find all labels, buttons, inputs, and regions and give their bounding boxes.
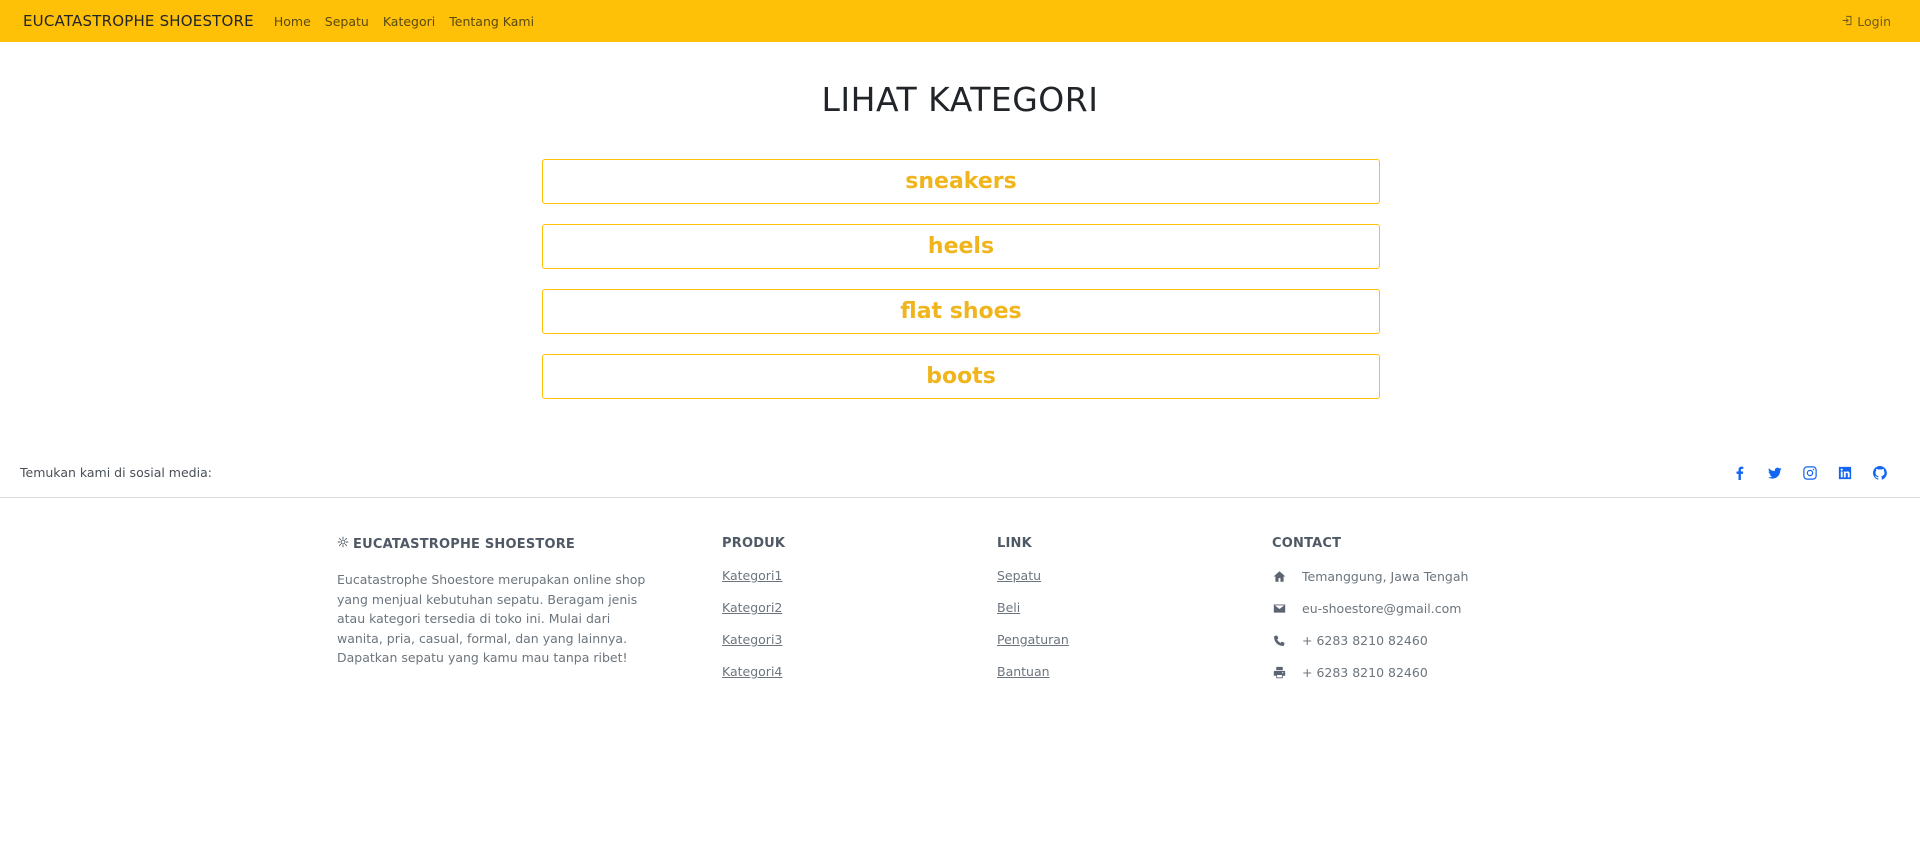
nav-link-kategori[interactable]: Kategori <box>383 14 435 29</box>
print-icon <box>1272 665 1286 679</box>
instagram-icon[interactable] <box>1802 465 1818 481</box>
gem-icon <box>337 536 349 552</box>
github-icon[interactable] <box>1872 465 1888 481</box>
footer-about-text: Eucatastrophe Shoestore merupakan online… <box>337 572 646 665</box>
footer-produk-title: PRODUK <box>722 536 786 551</box>
social-media-strip: Temukan kami di sosial media: <box>0 447 1920 498</box>
twitter-icon[interactable] <box>1767 465 1783 481</box>
navbar: EUCATASTROPHE SHOESTORE Home Sepatu Kate… <box>0 0 1920 42</box>
footer-about: EUCATASTROPHE SHOESTORE Eucatastrophe Sh… <box>337 536 647 668</box>
envelope-icon <box>1272 601 1286 615</box>
contact-phone-text: + 6283 8210 82460 <box>1302 632 1428 648</box>
category-button-heels[interactable]: heels <box>542 224 1380 269</box>
nav-links: Home Sepatu Kategori Tentang Kami <box>274 14 534 29</box>
footer-link-beli[interactable]: Beli <box>997 601 1197 615</box>
contact-email-text: eu-shoestore@gmail.com <box>1302 600 1462 616</box>
phone-icon <box>1272 633 1286 647</box>
contact-address-text: Temanggung, Jawa Tengah <box>1302 568 1469 584</box>
social-icons <box>1732 447 1888 498</box>
footer-link-bantuan[interactable]: Bantuan <box>997 665 1197 679</box>
sign-in-icon <box>1842 14 1853 29</box>
page-title: LIHAT KATEGORI <box>821 80 1099 119</box>
contact-fax: + 6283 8210 82460 <box>1272 664 1572 680</box>
footer-link-sepatu[interactable]: Sepatu <box>997 569 1197 583</box>
footer-about-title-row: EUCATASTROPHE SHOESTORE <box>337 536 647 552</box>
footer-contact-title: CONTACT <box>1272 536 1342 551</box>
contact-email: eu-shoestore@gmail.com <box>1272 600 1572 616</box>
nav-link-tentang-kami[interactable]: Tentang Kami <box>449 14 534 29</box>
footer-link-pengaturan[interactable]: Pengaturan <box>997 633 1197 647</box>
footer-produk: PRODUK Kategori1 Kategori2 Kategori3 Kat… <box>722 536 922 679</box>
category-list: sneakers heels flat shoes boots <box>542 159 1380 419</box>
contact-fax-text: + 6283 8210 82460 <box>1302 664 1428 680</box>
footer-link-kategori2[interactable]: Kategori2 <box>722 601 922 615</box>
facebook-icon[interactable] <box>1732 465 1748 481</box>
brand-logo-text[interactable]: EUCATASTROPHE SHOESTORE <box>23 12 254 30</box>
home-icon <box>1272 569 1286 583</box>
footer-link-kategori3[interactable]: Kategori3 <box>722 633 922 647</box>
footer-link-kategori4[interactable]: Kategori4 <box>722 665 922 679</box>
social-media-text: Temukan kami di sosial media: <box>20 464 212 480</box>
footer-link-kategori1[interactable]: Kategori1 <box>722 569 922 583</box>
category-button-flat-shoes[interactable]: flat shoes <box>542 289 1380 334</box>
login-label: Login <box>1857 13 1891 29</box>
footer-contact: CONTACT Temanggung, Jawa Tengah eu-shoes… <box>1272 536 1572 680</box>
category-button-sneakers[interactable]: sneakers <box>542 159 1380 204</box>
footer-link-title: LINK <box>997 536 1032 551</box>
login-button[interactable]: Login <box>1842 0 1891 42</box>
nav-link-sepatu[interactable]: Sepatu <box>325 14 369 29</box>
linkedin-icon[interactable] <box>1837 465 1853 481</box>
footer-about-title: EUCATASTROPHE SHOESTORE <box>353 536 576 552</box>
nav-link-home[interactable]: Home <box>274 14 311 29</box>
category-button-boots[interactable]: boots <box>542 354 1380 399</box>
contact-phone: + 6283 8210 82460 <box>1272 632 1572 648</box>
contact-address: Temanggung, Jawa Tengah <box>1272 568 1572 584</box>
footer-link-column: LINK Sepatu Beli Pengaturan Bantuan <box>997 536 1197 679</box>
